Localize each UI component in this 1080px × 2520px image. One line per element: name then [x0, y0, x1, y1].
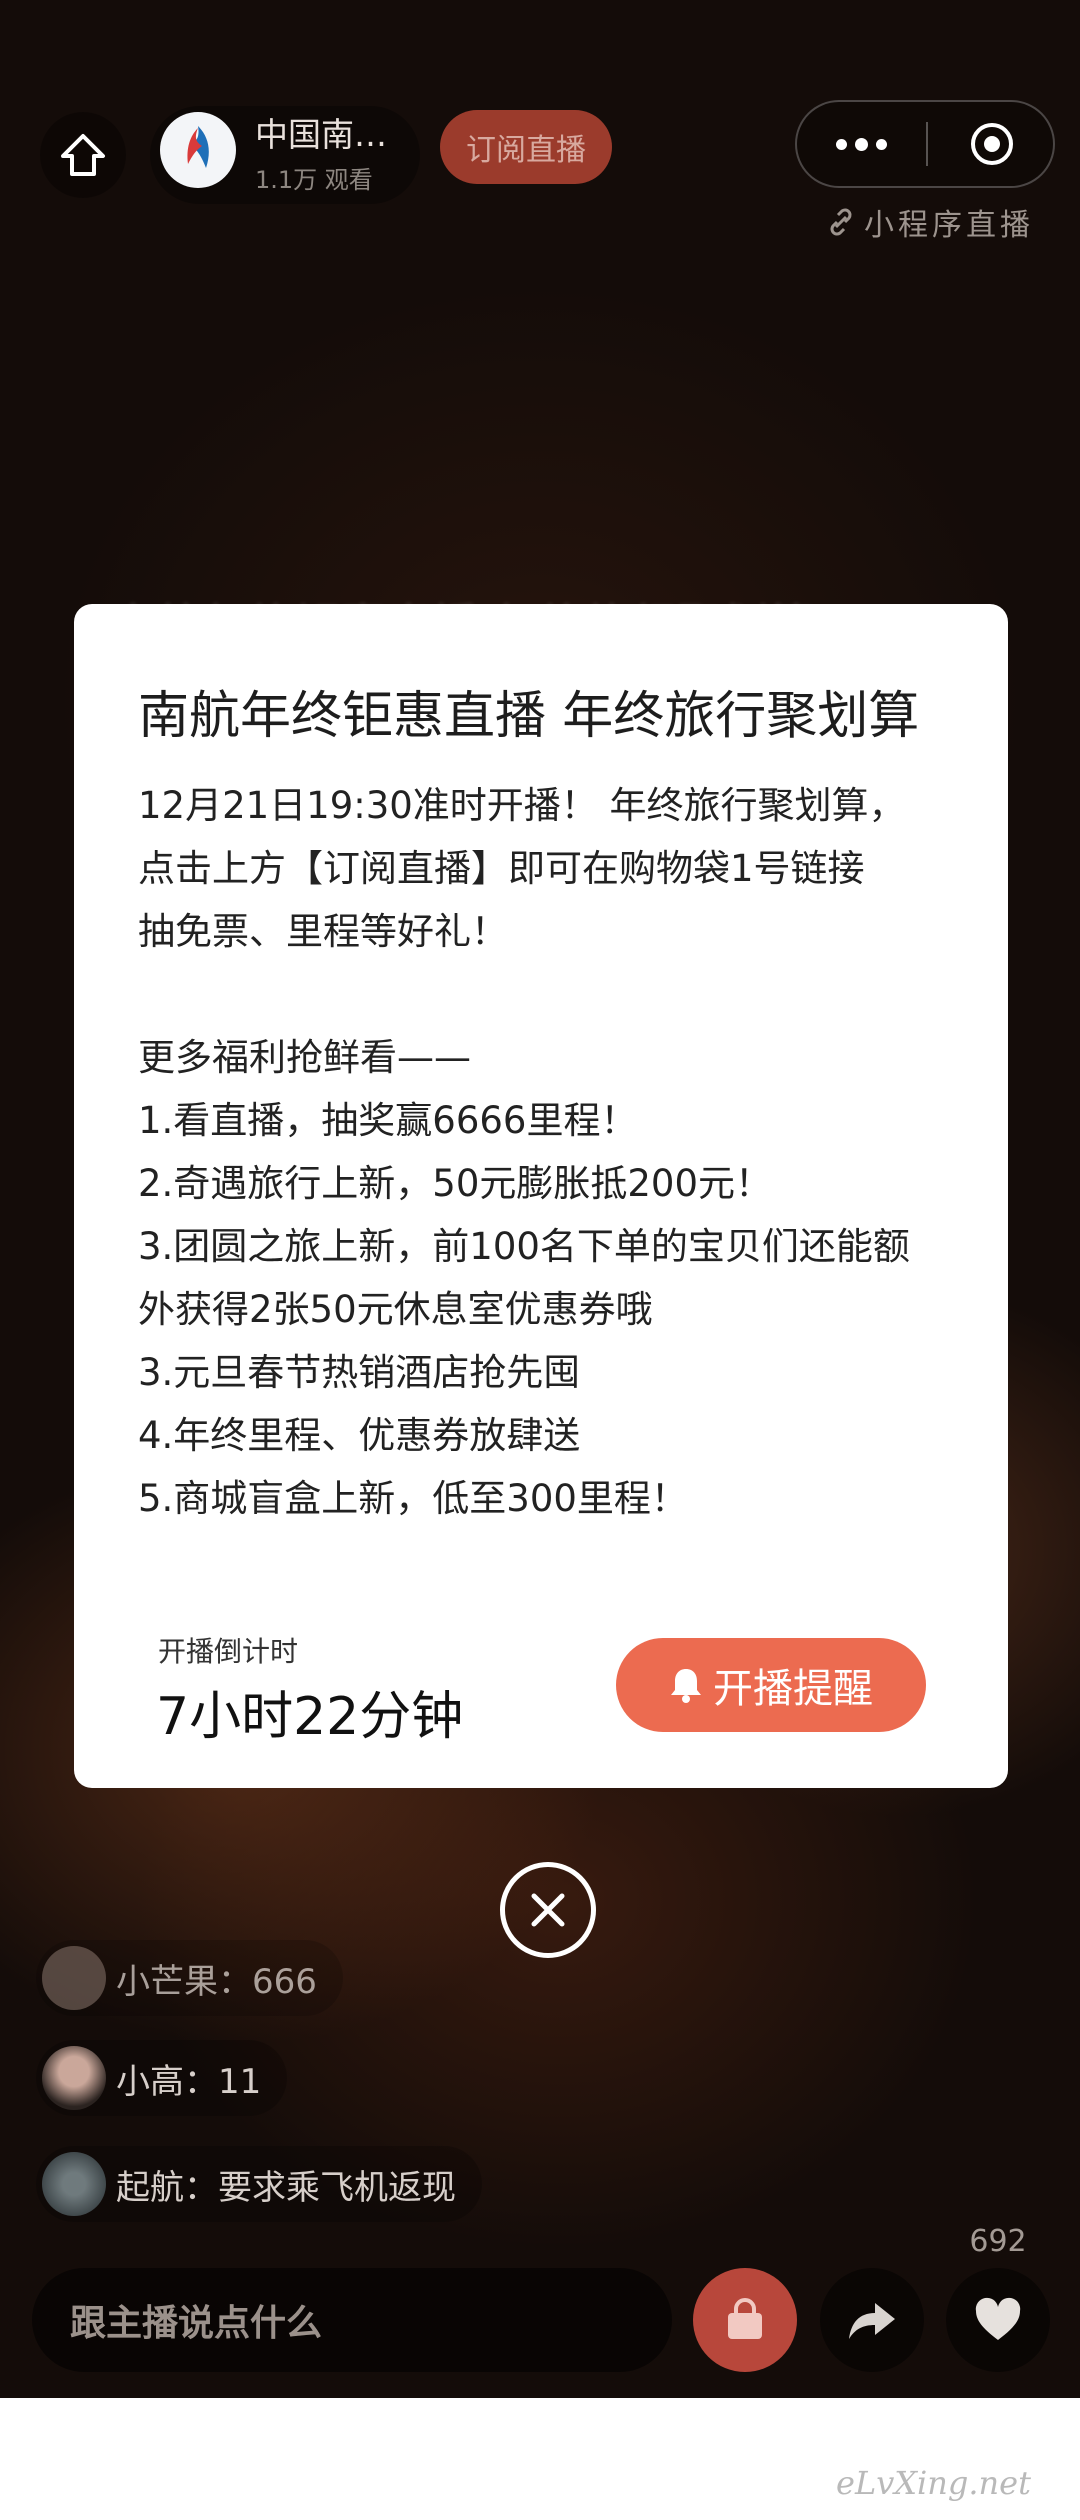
airline-logo-icon — [187, 126, 209, 168]
home-icon — [61, 134, 105, 176]
share-button[interactable] — [820, 2268, 924, 2372]
dialog-title: 南航年终钜惠直播 年终旅行聚划算 — [138, 687, 920, 746]
subscribe-live-button[interactable]: 订阅直播 — [440, 110, 612, 184]
comment-text: 起航：要求乘飞机返现 — [116, 2167, 456, 2208]
more-options-button[interactable] — [797, 102, 926, 186]
commenter-avatar — [42, 2152, 106, 2216]
anchor-name: 中国南… — [255, 115, 387, 154]
share-arrow-icon — [849, 2303, 895, 2339]
live-reminder-button[interactable]: 开播提醒 — [616, 1638, 926, 1732]
countdown-value: 7小时22分钟 — [156, 1687, 464, 1747]
more-dot-icon — [836, 138, 847, 150]
anchor-avatar[interactable] — [160, 112, 236, 188]
comment-item: 小高：11 — [36, 2040, 288, 2116]
comment-item: 起航：要求乘飞机返现 — [36, 2146, 482, 2222]
shopping-bag-button[interactable] — [693, 2268, 797, 2372]
more-dot-icon — [855, 137, 868, 151]
close-dialog-button[interactable] — [500, 1862, 596, 1958]
viewer-count: 1.1万 观看 — [255, 166, 373, 194]
site-watermark: eLvXing.net — [836, 2464, 1031, 2502]
heart-icon — [975, 2297, 1021, 2340]
live-room-background: 南航年终钜惠直播 年终旅行聚划算 中国南… 1.1万 观看 订阅直播 — [0, 0, 1080, 2398]
countdown-label: 开播倒计时 — [158, 1635, 299, 1668]
target-close-icon — [970, 123, 1013, 165]
link-icon — [830, 208, 852, 236]
mini-program-live-tag: 小程序直播 — [824, 200, 1034, 244]
chat-input[interactable]: 跟主播说点什么 — [32, 2268, 672, 2372]
like-count: 692 — [969, 2224, 1027, 2259]
live-reminder-label: 开播提醒 — [713, 1666, 873, 1712]
close-icon — [531, 1893, 565, 1927]
mini-program-capsule — [795, 100, 1055, 188]
like-button[interactable] — [946, 2268, 1050, 2372]
comment-text: 小高：11 — [116, 2061, 262, 2102]
more-dot-icon — [876, 138, 887, 150]
mini-program-live-label: 小程序直播 — [864, 208, 1034, 243]
live-preview-dialog: 南航年终钜惠直播 年终旅行聚划算 12月21日19:30准时开播！ 年终旅行聚划… — [74, 604, 1008, 1788]
commenter-avatar — [42, 1946, 106, 2010]
shopping-bag-icon — [728, 2298, 762, 2339]
commenter-avatar — [42, 2046, 106, 2110]
bell-icon — [671, 1669, 701, 1703]
exit-mini-program-button[interactable] — [928, 102, 1055, 186]
comment-text: 小芒果：666 — [116, 1961, 317, 2002]
comment-item: 小芒果：666 — [36, 1940, 343, 2016]
dialog-body: 12月21日19:30准时开播！ 年终旅行聚划算， 点击上方【订阅直播】即可在购… — [138, 784, 910, 1520]
home-button[interactable] — [40, 112, 126, 198]
